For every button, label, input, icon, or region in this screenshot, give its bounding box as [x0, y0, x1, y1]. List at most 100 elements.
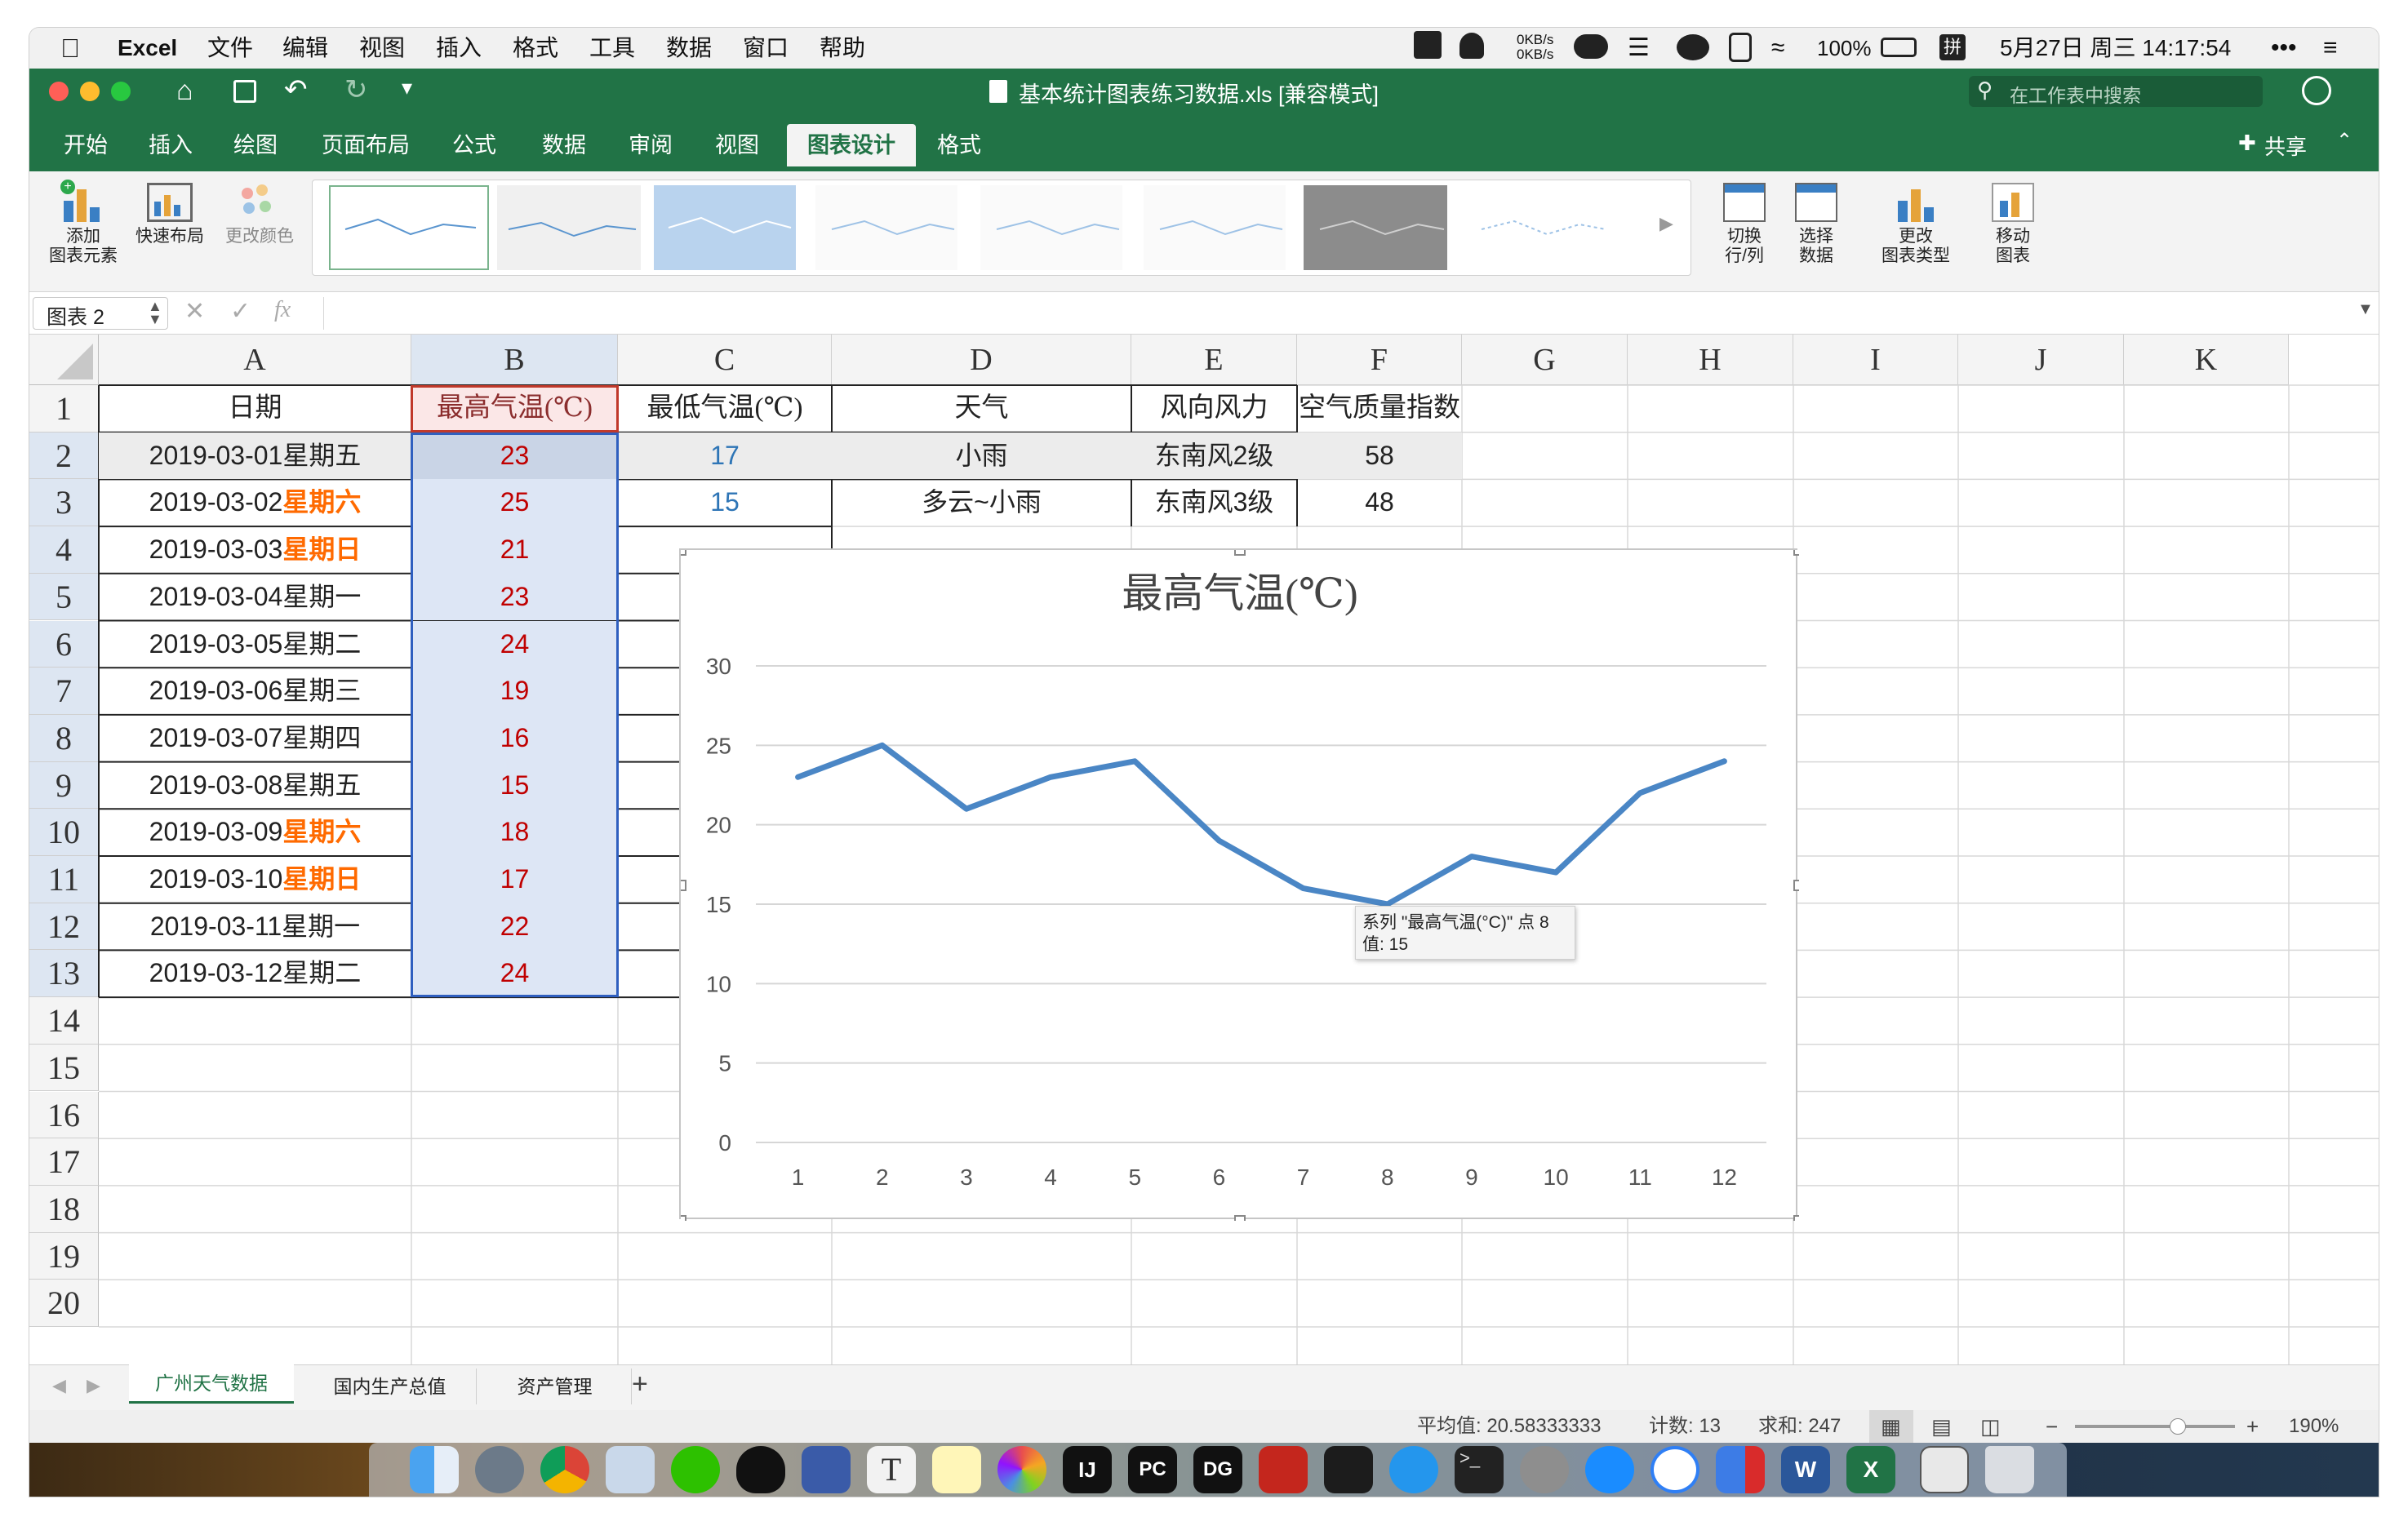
- enter-formula-icon[interactable]: ✓: [230, 297, 251, 326]
- list-icon[interactable]: ≡: [2323, 28, 2338, 69]
- pycharm-icon[interactable]: PC: [1128, 1446, 1177, 1493]
- switch-row-column-button[interactable]: 切换 行/列: [1709, 183, 1779, 266]
- formula-input[interactable]: [323, 297, 2348, 330]
- finder-icon[interactable]: [410, 1446, 459, 1493]
- tab-formulas[interactable]: 公式: [438, 124, 511, 166]
- weather-cell[interactable]: 多云~小雨: [832, 479, 1131, 526]
- tab-chart-design[interactable]: 图表设计: [787, 124, 916, 166]
- share-button[interactable]: 共享: [2264, 131, 2307, 161]
- close-window-button[interactable]: [49, 82, 69, 101]
- add-person-icon[interactable]: ✚: [2238, 131, 2256, 156]
- table-header-cell[interactable]: 最低气温(℃): [618, 385, 832, 433]
- table-header-cell[interactable]: 风向风力: [1131, 385, 1297, 433]
- chrome-icon[interactable]: [540, 1446, 589, 1493]
- date-cell[interactable]: 2019-03-09星期六: [99, 809, 411, 856]
- page-break-view-icon[interactable]: ◫: [1980, 1410, 2001, 1443]
- move-chart-button[interactable]: 移动 图表: [1980, 183, 2046, 266]
- menu-edit[interactable]: 编辑: [282, 28, 328, 69]
- menu-help[interactable]: 帮助: [820, 28, 865, 69]
- add-chart-element-button[interactable]: + 添加 图表元素: [44, 180, 122, 266]
- zoom-window-button[interactable]: [111, 82, 131, 101]
- wind-cell[interactable]: 东南风2级: [1131, 432, 1297, 480]
- table-header-cell[interactable]: 空气质量指数: [1297, 385, 1462, 433]
- zoom-in-button[interactable]: +: [2246, 1410, 2259, 1443]
- minimize-window-button[interactable]: [80, 82, 100, 101]
- more-icon[interactable]: •••: [2271, 28, 2297, 69]
- menu-insert[interactable]: 插入: [436, 28, 482, 69]
- zoom-slider-thumb[interactable]: [2170, 1418, 2186, 1435]
- tab-data[interactable]: 数据: [527, 124, 601, 166]
- chart-object[interactable]: 最高气温(℃) 0 5 10 15 20 25 30 1 2 3 4 5 6 7 8 9 10 11 12 系列 "最…: [675, 544, 1805, 1227]
- qq-icon[interactable]: [736, 1446, 785, 1493]
- preview-app-icon[interactable]: [606, 1446, 655, 1493]
- app-store-icon[interactable]: [1585, 1446, 1634, 1493]
- typora-icon[interactable]: T: [867, 1446, 916, 1493]
- redis-icon[interactable]: [1259, 1446, 1308, 1493]
- menu-tools[interactable]: 工具: [589, 28, 635, 69]
- date-cell[interactable]: 2019-03-08星期五: [99, 762, 411, 810]
- date-cell[interactable]: 2019-03-04星期一: [99, 574, 411, 621]
- name-box-stepper-icon[interactable]: ▲ ▼: [148, 299, 162, 326]
- menubar-clock[interactable]: 5月27日 周三 14:17:54: [2000, 28, 2231, 69]
- menu-data[interactable]: 数据: [666, 28, 712, 69]
- docker-icon[interactable]: [1389, 1446, 1438, 1493]
- cat-tray-icon[interactable]: [1459, 33, 1484, 59]
- table-header-cell[interactable]: 天气: [832, 385, 1131, 433]
- menu-window[interactable]: 窗口: [743, 28, 789, 69]
- date-cell[interactable]: 2019-03-05星期二: [99, 621, 411, 668]
- sheet-tab-asset-management[interactable]: 资产管理: [478, 1369, 632, 1404]
- name-box[interactable]: 图表 2 ▲ ▼: [33, 297, 168, 330]
- trash-icon[interactable]: [1985, 1446, 2034, 1493]
- worksheet-grid[interactable]: ABCDEFGHIJK 1 2 3 4 5 6 7 8 9 10 11 12 13 14 15 16 17 18 1…: [29, 335, 2379, 1364]
- menu-format[interactable]: 格式: [513, 28, 558, 69]
- terminal-icon[interactable]: >_: [1455, 1446, 1504, 1493]
- smiley-feedback-icon[interactable]: [2302, 76, 2331, 105]
- search-box[interactable]: ⚲ 在工作表中搜索: [1969, 76, 2263, 107]
- date-cell[interactable]: 2019-03-11星期一: [99, 903, 411, 951]
- change-colors-button[interactable]: 更改颜色: [219, 183, 300, 246]
- weather-cell[interactable]: 小雨: [832, 432, 1131, 480]
- date-cell[interactable]: 2019-03-12星期二: [99, 950, 411, 997]
- apple-icon[interactable]: : [60, 28, 80, 69]
- intellij-icon[interactable]: IJ: [1063, 1446, 1112, 1493]
- chat-tray-icon[interactable]: [1414, 31, 1442, 59]
- launchpad-icon[interactable]: [475, 1446, 524, 1493]
- photos-icon[interactable]: [997, 1446, 1046, 1493]
- date-cell[interactable]: 2019-03-10星期日: [99, 856, 411, 903]
- prev-sheet-icon[interactable]: ◀: [52, 1375, 66, 1396]
- tab-home[interactable]: 开始: [49, 124, 122, 166]
- undo-icon[interactable]: ↶: [284, 73, 308, 106]
- redo-icon[interactable]: ↻: [344, 73, 368, 106]
- menu-file[interactable]: 文件: [207, 28, 253, 69]
- date-cell[interactable]: 2019-03-07星期四: [99, 715, 411, 762]
- clipboard-icon[interactable]: [1729, 33, 1752, 62]
- normal-view-button[interactable]: ▦: [1869, 1410, 1913, 1443]
- screenshot-icon[interactable]: [1920, 1446, 1969, 1493]
- aqi-cell[interactable]: 48: [1297, 479, 1462, 526]
- input-method-icon[interactable]: 拼: [1939, 34, 1966, 60]
- add-sheet-button[interactable]: +: [632, 1369, 648, 1400]
- wechat-dock-icon[interactable]: [671, 1446, 720, 1493]
- excel-dock-icon[interactable]: X: [1846, 1446, 1895, 1493]
- low-temp-cell[interactable]: 17: [618, 432, 832, 480]
- tab-draw[interactable]: 绘图: [219, 124, 292, 166]
- wechat-tray-icon[interactable]: [1677, 34, 1709, 60]
- notes-icon[interactable]: [932, 1446, 981, 1493]
- date-cell[interactable]: 2019-03-02星期六: [99, 479, 411, 526]
- tab-review[interactable]: 审阅: [614, 124, 687, 166]
- sheet-tab-gdp[interactable]: 国内生产总值: [304, 1369, 477, 1404]
- parallels-icon[interactable]: [1716, 1446, 1765, 1493]
- datagrip-icon[interactable]: DG: [1193, 1446, 1242, 1493]
- system-preferences-icon[interactable]: [1520, 1446, 1569, 1493]
- collapse-ribbon-icon[interactable]: ⌃: [2336, 129, 2352, 153]
- date-cell[interactable]: 2019-03-06星期三: [99, 668, 411, 715]
- expand-formula-icon[interactable]: ▼: [2357, 300, 2374, 319]
- quick-layout-button[interactable]: 快速布局: [127, 183, 212, 246]
- media-player-icon[interactable]: [802, 1446, 851, 1493]
- home-icon[interactable]: ⌂: [176, 75, 193, 107]
- wifi-icon[interactable]: ≈: [1771, 28, 1784, 69]
- tab-view[interactable]: 视图: [700, 124, 774, 166]
- insert-function-icon[interactable]: fx: [274, 297, 291, 323]
- battery-icon[interactable]: [1881, 38, 1917, 57]
- page-layout-view-icon[interactable]: ▤: [1931, 1410, 1952, 1443]
